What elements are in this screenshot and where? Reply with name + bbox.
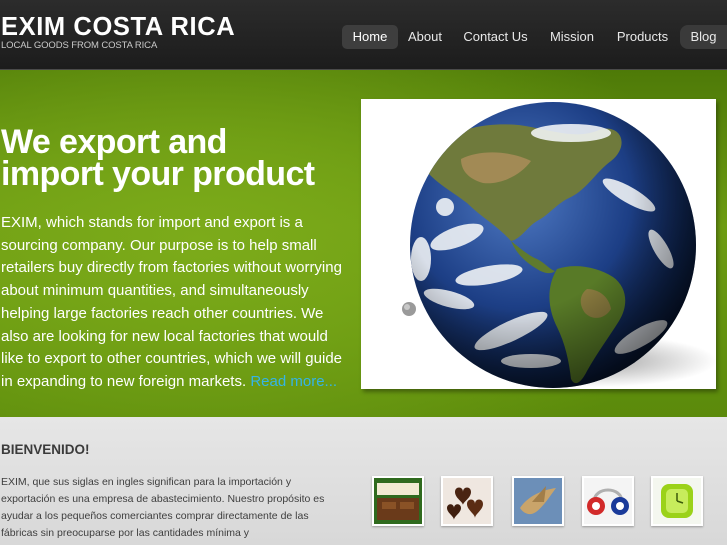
welcome-title: BIENVENIDO! [1,442,90,457]
product-thumbnail[interactable] [441,476,493,526]
read-more-link[interactable]: Read more... [250,373,337,390]
site-tagline: LOCAL GOODS FROM COSTA RICA [1,40,158,51]
green-watch-icon [653,478,701,524]
wooden-bird-icon [514,478,562,524]
hero-description: EXIM, which stands for import and export… [1,212,349,394]
nav-about[interactable]: About [404,25,446,49]
site-logo[interactable]: EXIM COSTA RICA [1,13,235,42]
nav-products[interactable]: Products [612,25,673,49]
product-thumbnail[interactable] [651,476,703,526]
globe-icon [402,102,717,388]
hero-title: We export and import your product [1,123,315,193]
welcome-text: EXIM, que sus siglas en ingles significa… [1,476,325,539]
nav-home[interactable]: Home [342,25,398,49]
nav-mission[interactable]: Mission [545,25,599,49]
heart-chocolates-icon [443,478,491,524]
product-thumbnail[interactable] [512,476,564,526]
globe-image [361,99,717,389]
nav-blog[interactable]: Blog [680,25,727,49]
hero-body: EXIM, which stands for import and export… [1,214,343,390]
chocolate-bar-icon [374,478,422,524]
product-thumbnail[interactable] [582,476,634,526]
nav-contact-us[interactable]: Contact Us [458,25,533,49]
hero-section: We export and import your product EXIM, … [0,70,727,417]
headphones-icon [584,478,632,524]
site-header: EXIM COSTA RICA LOCAL GOODS FROM COSTA R… [0,0,727,70]
welcome-section: BIENVENIDO! EXIM, que sus siglas en ingl… [0,417,727,545]
product-thumbnail[interactable] [372,476,424,526]
